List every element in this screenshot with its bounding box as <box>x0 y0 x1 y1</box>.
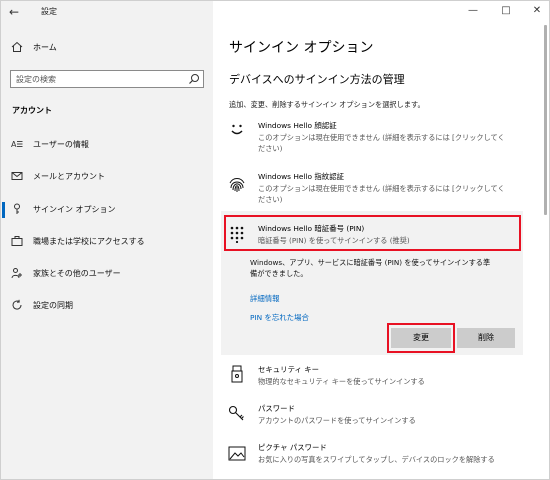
person-card-icon: A <box>11 140 23 149</box>
option-pin[interactable]: Windows Hello 暗証番号 (PIN) 暗証番号 (PIN) を使って… <box>221 219 521 249</box>
key-icon <box>14 203 20 214</box>
option-password[interactable]: パスワード アカウントのパスワードを使ってサインインする <box>221 400 521 430</box>
sidebar-item-your-info[interactable]: A ユーザーの情報 <box>1 136 213 156</box>
maximize-button[interactable]: □ <box>496 4 516 18</box>
sidebar-item-home[interactable]: ホーム <box>1 39 213 59</box>
intro-text: 追加、変更、削除するサインイン オプションを選択します。 <box>229 100 425 109</box>
option-face[interactable]: Windows Hello 顔認証 このオプションは現在使用できません (詳細を… <box>221 119 521 161</box>
sidebar-item-email-accounts[interactable]: メールとアカウント <box>1 168 213 188</box>
option-description: このオプションは現在使用できません (詳細を表示するには [クリックしてく ださ… <box>258 184 505 204</box>
option-title: セキュリティ キー <box>258 365 320 374</box>
pin-status-text: Windows、アプリ、サービスに暗証番号 (PIN) を使ってサインインする準… <box>250 258 491 278</box>
pin-keypad-icon <box>230 226 244 243</box>
sidebar-item-sign-in-options[interactable]: サインイン オプション <box>1 201 213 221</box>
option-picture-password[interactable]: ピクチャ パスワード お気に入りの写真をスワイプしてタップし、デバイスのロックを… <box>221 439 521 469</box>
picture-icon <box>228 446 246 461</box>
mail-icon <box>11 172 23 180</box>
option-title: パスワード <box>258 404 295 413</box>
sync-icon <box>12 299 22 310</box>
back-arrow-icon[interactable]: ← <box>7 5 21 19</box>
sidebar-item-family[interactable]: 家族とその他のユーザー <box>1 265 213 285</box>
option-description: アカウントのパスワードを使ってサインインする <box>258 416 416 425</box>
option-title: ピクチャ パスワード <box>258 443 327 452</box>
sidebar-item-label: 家族とその他のユーザー <box>33 269 121 278</box>
remove-button[interactable]: 削除 <box>457 328 515 348</box>
sidebar-item-label: 設定の同期 <box>33 301 73 310</box>
sidebar-item-access-work[interactable]: 職場または学校にアクセスする <box>1 233 213 253</box>
option-description: このオプションは現在使用できません (詳細を表示するには [クリックしてく ださ… <box>258 133 505 153</box>
briefcase-icon <box>11 236 23 246</box>
option-title: Windows Hello 指紋認証 <box>258 172 344 181</box>
option-title: Windows Hello 顔認証 <box>258 121 337 130</box>
option-description: お気に入りの写真をスワイプしてタップし、デバイスのロックを解除する <box>258 455 495 464</box>
settings-window: ← 設定 ホーム 設定の検索 アカウント A ユーザーの情報 メールとアカウント… <box>0 0 550 480</box>
learn-more-link[interactable]: 詳細情報 <box>250 293 280 304</box>
active-indicator <box>2 202 5 218</box>
sidebar-item-label: 職場または学校にアクセスする <box>33 237 145 246</box>
search-input[interactable]: 設定の検索 <box>10 70 204 88</box>
people-icon <box>11 268 22 279</box>
search-icon <box>189 74 199 84</box>
option-description: 物理的なセキュリティ キーを使ってサインインする <box>258 377 425 386</box>
option-fingerprint[interactable]: Windows Hello 指紋認証 このオプションは現在使用できません (詳細… <box>221 170 521 212</box>
sidebar: ← 設定 ホーム 設定の検索 アカウント A ユーザーの情報 メールとアカウント… <box>1 1 213 479</box>
close-button[interactable]: ✕ <box>527 4 547 18</box>
sidebar-item-label: ユーザーの情報 <box>33 140 89 149</box>
option-description: 暗証番号 (PIN) を使ってサインインする (推奨) <box>258 236 410 245</box>
face-icon <box>231 124 243 135</box>
search-placeholder: 設定の検索 <box>16 75 56 84</box>
scrollbar[interactable] <box>544 25 547 215</box>
section-title: アカウント <box>12 106 52 115</box>
usb-key-icon <box>231 365 243 383</box>
sidebar-item-sync[interactable]: 設定の同期 <box>1 297 213 317</box>
fingerprint-icon <box>229 178 245 192</box>
home-icon <box>11 41 23 52</box>
page-title: サインイン オプション <box>229 40 374 56</box>
minimize-button[interactable]: — <box>463 4 483 18</box>
forgot-pin-link[interactable]: PIN を忘れた場合 <box>250 312 309 323</box>
svg-text:A: A <box>11 140 17 149</box>
change-button[interactable]: 変更 <box>391 328 451 348</box>
password-key-icon <box>228 405 244 421</box>
option-title: Windows Hello 暗証番号 (PIN) <box>258 224 365 233</box>
sidebar-item-label: ホーム <box>33 43 57 52</box>
sidebar-item-label: サインイン オプション <box>33 205 116 214</box>
main-content: — □ ✕ サインイン オプション デバイスへのサインイン方法の管理 追加、変更… <box>213 1 549 479</box>
section-heading: デバイスへのサインイン方法の管理 <box>229 73 405 86</box>
option-security-key[interactable]: セキュリティ キー 物理的なセキュリティ キーを使ってサインインする <box>221 361 521 391</box>
app-title: 設定 <box>41 7 57 16</box>
sidebar-item-label: メールとアカウント <box>33 172 105 181</box>
title-bar: ← 設定 <box>1 1 213 25</box>
